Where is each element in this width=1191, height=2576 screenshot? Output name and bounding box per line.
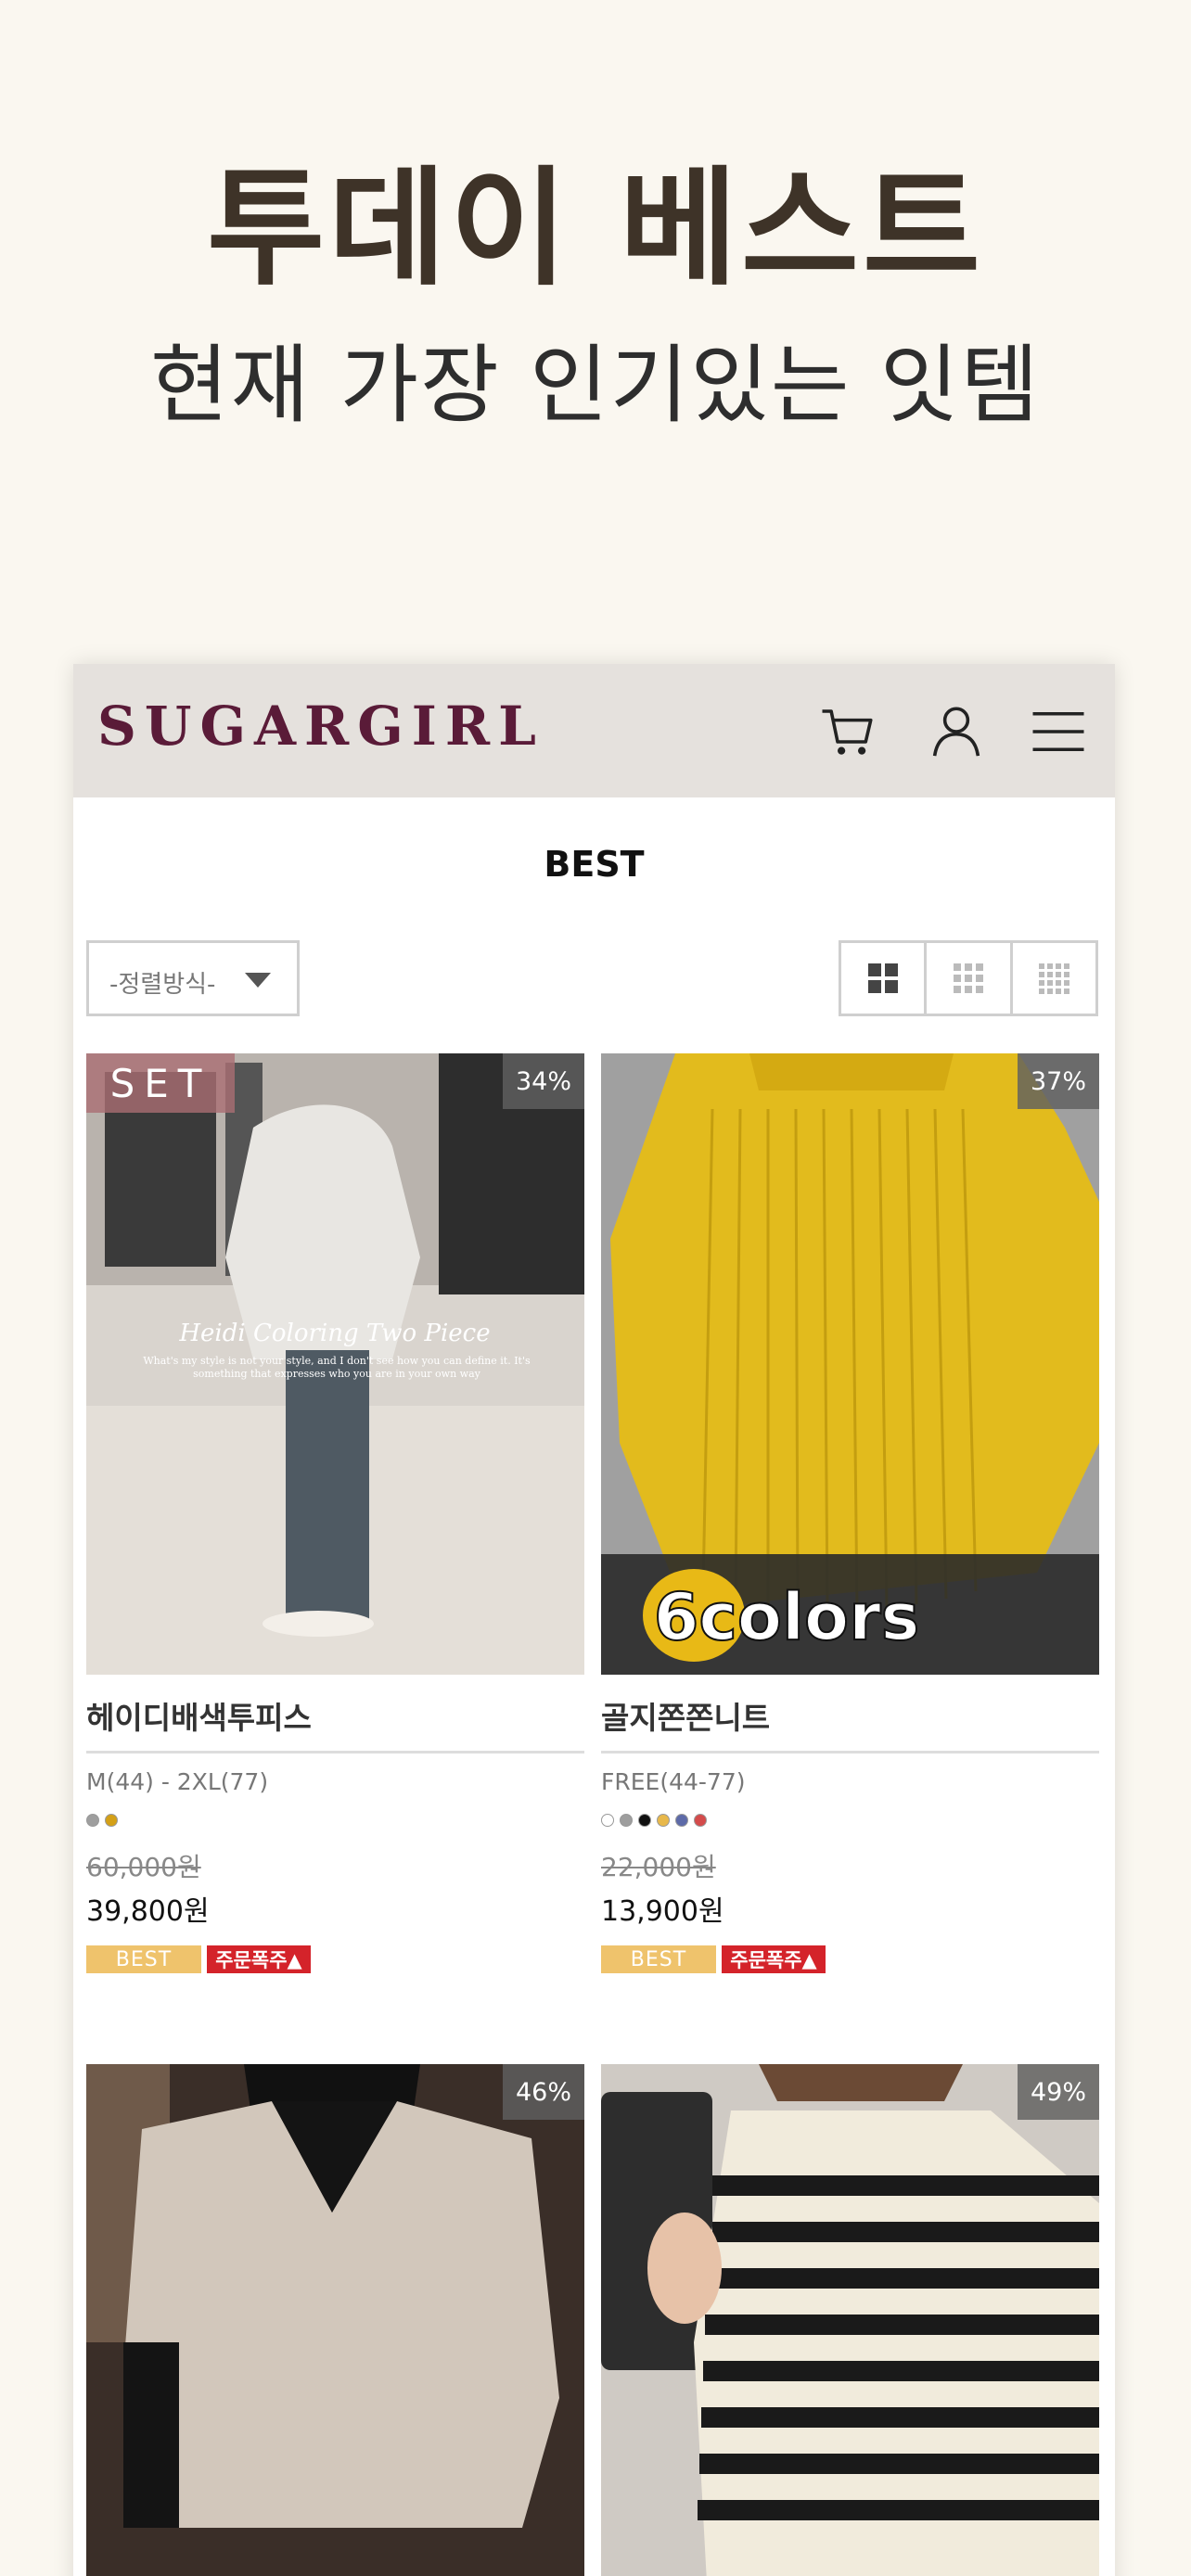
menu-icon[interactable] [1028, 701, 1089, 762]
product-image[interactable]: 6colors 37% [601, 1053, 1099, 1675]
product-name[interactable]: 헤이디배색투피스 [86, 1693, 584, 1753]
grid-2-icon [867, 963, 898, 993]
product-photo [601, 2064, 1099, 2576]
discount-badge: 46% [503, 2064, 584, 2120]
hot-badge: 주문폭주▲ [207, 1945, 311, 1973]
set-tag: SET [86, 1053, 235, 1113]
image-caption: 6colors [654, 1579, 920, 1655]
product-image[interactable]: Heidi Coloring Two Piece What's my style… [86, 1053, 584, 1675]
color-swatch [620, 1814, 633, 1827]
discount-badge: 49% [1018, 2064, 1099, 2120]
discount-badge: 37% [1018, 1053, 1099, 1109]
product-image[interactable]: 46% [86, 2064, 584, 2576]
product-card[interactable]: Heidi Coloring Two Piece What's my style… [86, 1053, 584, 1973]
product-card[interactable]: 46% [86, 2064, 584, 2576]
color-swatches [86, 1814, 584, 1827]
view-mode-toggle [839, 940, 1098, 1016]
user-icon[interactable] [926, 701, 987, 762]
cart-icon[interactable] [817, 701, 878, 762]
color-swatch [675, 1814, 688, 1827]
sale-price: 39,800원 [86, 1895, 210, 1928]
grid-3-icon [953, 963, 983, 993]
view-grid-3-button[interactable] [927, 943, 1013, 1014]
product-card[interactable]: 49% [601, 2064, 1099, 2576]
color-swatch [657, 1814, 670, 1827]
color-swatch [105, 1814, 118, 1827]
product-photo: 6colors [601, 1053, 1099, 1675]
original-price: 22,000원 [601, 1852, 716, 1882]
color-swatch [86, 1814, 99, 1827]
sort-label: -정렬방식- [109, 971, 216, 999]
product-name[interactable]: 골지쫀쫀니트 [601, 1693, 1099, 1753]
view-grid-4-button[interactable] [1013, 943, 1095, 1014]
color-swatches [601, 1814, 1099, 1827]
product-photo [86, 2064, 584, 2576]
app-screen: SUGARGIRL BEST -정렬방식- Heidi Coloring Two… [73, 664, 1115, 2576]
product-size: M(44) - 2XL(77) [86, 1768, 269, 1795]
discount-badge: 34% [503, 1053, 584, 1109]
sort-dropdown[interactable]: -정렬방식- [86, 940, 300, 1016]
product-image[interactable]: 49% [601, 2064, 1099, 2576]
promo-subtitle: 현재 가장 인기있는 잇템 [149, 336, 1042, 435]
best-badge: BEST [601, 1945, 716, 1973]
caret-down-icon [245, 973, 271, 988]
product-size: FREE(44-77) [601, 1768, 746, 1795]
product-badges: BEST 주문폭주▲ [86, 1945, 584, 1973]
original-price: 60,000원 [86, 1852, 201, 1882]
color-swatch [601, 1814, 614, 1827]
product-photo: Heidi Coloring Two Piece What's my style… [86, 1053, 584, 1675]
app-header: SUGARGIRL [73, 664, 1115, 797]
product-badges: BEST 주문폭주▲ [601, 1945, 1099, 1973]
grid-4-icon [1038, 963, 1069, 994]
hot-badge: 주문폭주▲ [722, 1945, 826, 1973]
best-badge: BEST [86, 1945, 201, 1973]
page-title: BEST [544, 844, 645, 885]
promo-title: 투데이 베스트 [207, 154, 984, 303]
color-swatch [694, 1814, 707, 1827]
image-overlay-text: What's my style is not your style, and I… [143, 1355, 531, 1381]
product-card[interactable]: 6colors 37% 골지쫀쫀니트 FREE(44-77) 22,000원 1… [601, 1053, 1099, 1973]
image-caption: Heidi Coloring Two Piece [178, 1320, 490, 1347]
sale-price: 13,900원 [601, 1895, 724, 1928]
brand-logo[interactable]: SUGARGIRL [97, 699, 544, 753]
view-grid-2-button[interactable] [841, 943, 928, 1014]
color-swatch [638, 1814, 651, 1827]
